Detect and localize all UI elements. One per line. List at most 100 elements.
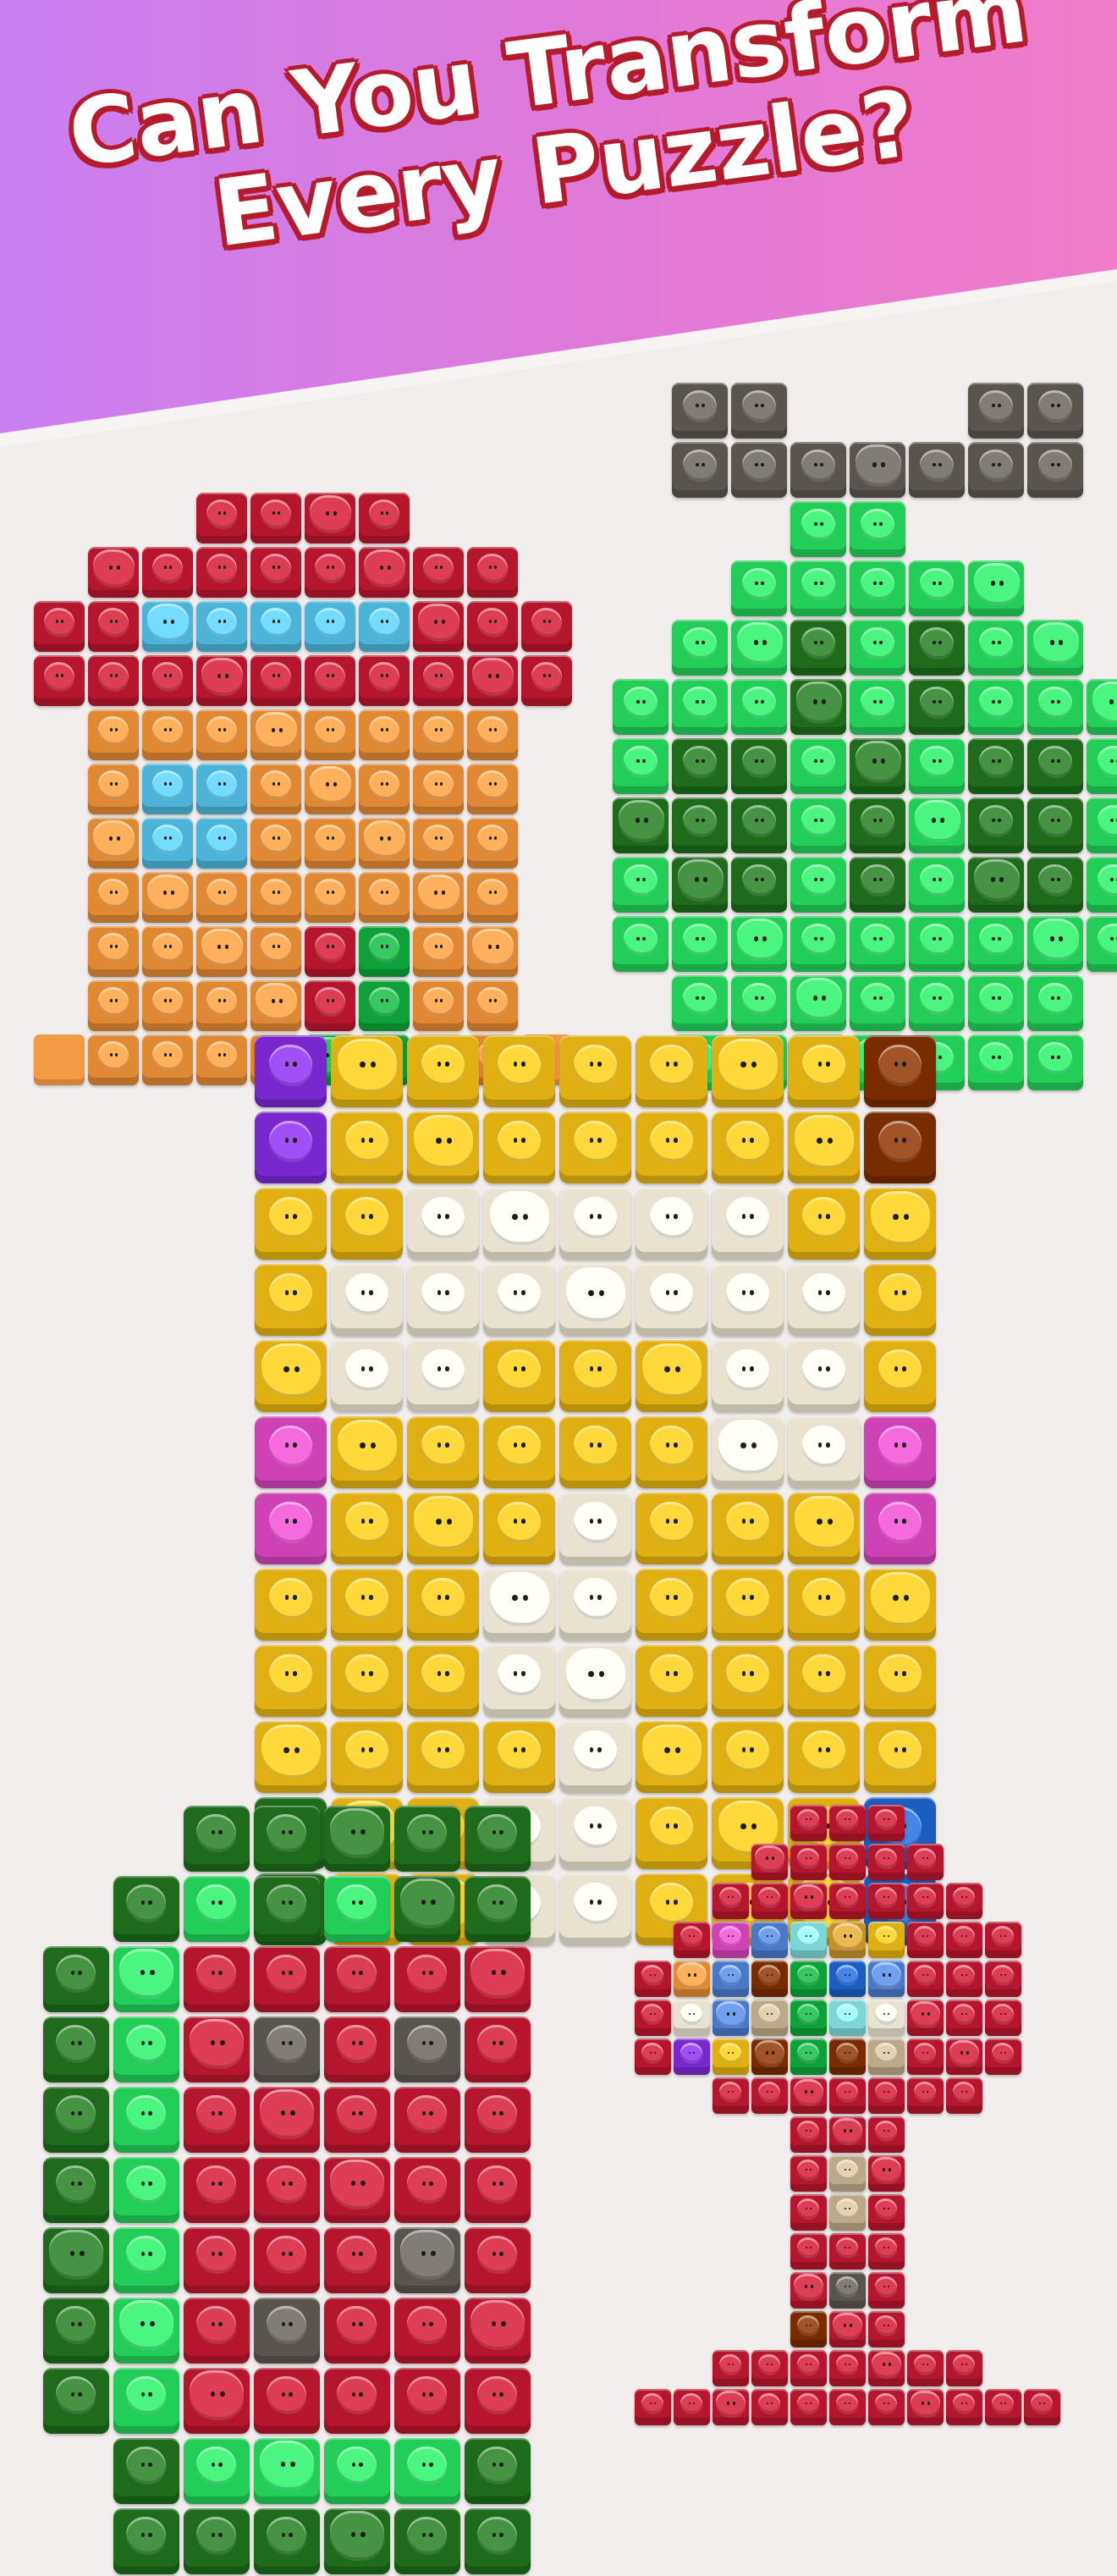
block-tile[interactable] [613,679,669,735]
block-tile[interactable] [906,2077,944,2114]
block-tile[interactable] [393,1805,460,1872]
block-tile[interactable] [828,2193,866,2231]
block-tile[interactable] [196,872,247,923]
block-tile[interactable] [196,818,247,869]
block-tile[interactable] [183,2156,250,2223]
block-tile[interactable] [711,1034,784,1107]
block-tile[interactable] [828,1843,866,1880]
block-tile[interactable] [467,980,518,1031]
apple-puzzle[interactable] [611,381,1117,1092]
block-tile[interactable] [183,2016,250,2082]
block-tile[interactable] [867,2310,905,2347]
block-tile[interactable] [863,1111,936,1183]
block-tile[interactable] [1087,857,1117,913]
block-tile[interactable] [867,2271,905,2308]
block-tile[interactable] [406,1034,479,1107]
block-tile[interactable] [113,2016,179,2082]
block-tile[interactable] [828,1960,866,1997]
block-tile[interactable] [790,1921,827,1958]
block-tile[interactable] [712,2349,749,2386]
block-tile[interactable] [828,2349,866,2386]
block-tile[interactable] [467,709,518,760]
block-tile[interactable] [42,2297,109,2364]
block-tile[interactable] [945,1999,982,2036]
block-tile[interactable] [113,2367,179,2434]
block-tile[interactable] [828,2271,866,2308]
block-tile[interactable] [250,655,301,706]
block-tile[interactable] [88,655,139,706]
block-tile[interactable] [945,1960,982,1997]
block-tile[interactable] [359,818,410,869]
block-tile[interactable] [673,1960,710,1997]
block-tile[interactable] [711,1263,784,1336]
block-tile[interactable] [828,1921,866,1958]
block-tile[interactable] [323,2437,390,2504]
block-tile[interactable] [196,655,247,706]
block-tile[interactable] [464,1805,531,1872]
block-tile[interactable] [113,1945,179,2012]
block-tile[interactable] [253,1875,320,1942]
block-tile[interactable] [558,1873,631,1945]
block-tile[interactable] [751,1882,788,1919]
block-tile[interactable] [254,1492,327,1564]
block-tile[interactable] [909,442,965,498]
block-tile[interactable] [751,1999,788,2036]
block-tile[interactable] [850,620,905,676]
block-tile[interactable] [711,1492,784,1564]
block-tile[interactable] [183,1805,250,1872]
block-tile[interactable] [253,2226,320,2293]
block-tile[interactable] [142,655,193,706]
block-tile[interactable] [731,383,787,439]
block-tile[interactable] [984,1960,1021,1997]
block-tile[interactable] [1027,797,1083,853]
block-tile[interactable] [790,975,846,1031]
block-tile[interactable] [673,2038,710,2075]
block-tile[interactable] [790,738,846,794]
block-tile[interactable] [142,926,193,977]
block-tile[interactable] [712,1960,749,1997]
tree-puzzle[interactable] [633,1803,1061,2426]
block-tile[interactable] [406,1415,479,1488]
block-tile[interactable] [413,980,464,1031]
block-tile[interactable] [250,818,301,869]
block-tile[interactable] [305,493,355,543]
block-tile[interactable] [393,2016,460,2082]
block-tile[interactable] [482,1492,555,1564]
block-tile[interactable] [196,709,247,760]
block-tile[interactable] [467,601,518,652]
block-tile[interactable] [482,1415,555,1488]
block-tile[interactable] [751,2349,788,2386]
block-tile[interactable] [393,1875,460,1942]
block-tile[interactable] [867,2038,905,2075]
block-tile[interactable] [254,1263,327,1336]
block-tile[interactable] [909,620,965,676]
block-tile[interactable] [712,1921,749,1958]
block-tile[interactable] [183,2297,250,2364]
block-tile[interactable] [406,1644,479,1717]
block-tile[interactable] [790,2232,827,2270]
block-tile[interactable] [305,764,355,814]
block-tile[interactable] [250,547,301,598]
block-tile[interactable] [945,2388,982,2425]
block-tile[interactable] [828,1999,866,2036]
block-tile[interactable] [731,620,787,676]
block-tile[interactable] [787,1339,860,1412]
block-tile[interactable] [712,2388,749,2425]
block-tile[interactable] [906,2038,944,2075]
block-tile[interactable] [850,738,905,794]
block-tile[interactable] [196,926,247,977]
block-tile[interactable] [635,1720,707,1793]
block-tile[interactable] [867,2077,905,2114]
block-tile[interactable] [828,1804,866,1841]
block-tile[interactable] [253,2367,320,2434]
block-tile[interactable] [731,975,787,1031]
block-tile[interactable] [250,493,301,543]
block-tile[interactable] [393,2367,460,2434]
block-tile[interactable] [711,1644,784,1717]
block-tile[interactable] [790,679,846,735]
block-tile[interactable] [867,1921,905,1958]
block-tile[interactable] [142,1034,193,1085]
block-tile[interactable] [790,560,846,616]
block-tile[interactable] [359,872,410,923]
block-tile[interactable] [867,2232,905,2270]
